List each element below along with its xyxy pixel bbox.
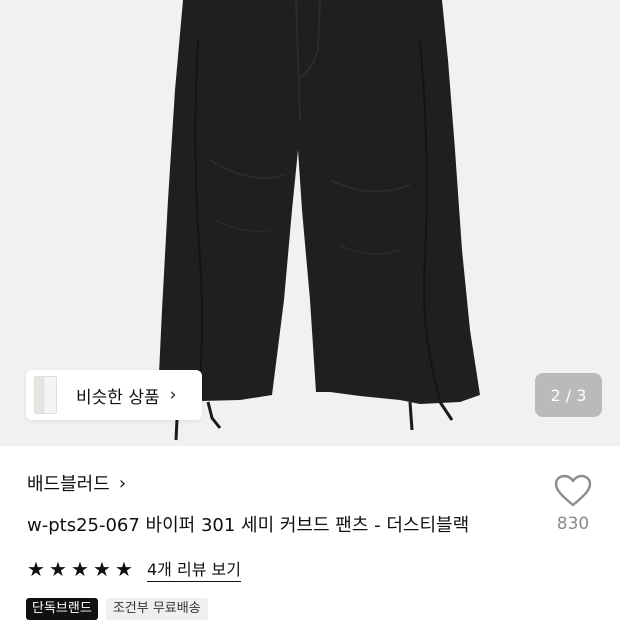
star-rating: ★ ★ ★ ★ ★ [27,559,136,579]
similar-products-thumbnails [26,370,57,420]
shipping-badge: 조건부 무료배송 [105,598,208,620]
star-icon: ★ [115,557,133,581]
similar-products-button[interactable]: 비슷한 상품 › [26,370,202,420]
star-icon: ★ [27,557,45,581]
brand-link[interactable]: 배드블러드 › [27,470,126,496]
star-icon: ★ [93,557,111,581]
star-icon: ★ [49,557,67,581]
image-page-counter: 2 / 3 [535,373,602,417]
product-image-gallery[interactable]: 비슷한 상품 › 2 / 3 [0,0,620,446]
rating-row: ★ ★ ★ ★ ★ 4개 리뷰 보기 [27,556,241,582]
product-badges: 단독브랜드 조건부 무료배송 [26,598,208,620]
chevron-right-icon: › [169,385,177,405]
view-reviews-link[interactable]: 4개 리뷰 보기 [147,556,241,582]
chevron-right-icon: › [118,472,127,494]
star-icon: ★ [71,557,89,581]
similar-products-label: 비슷한 상품 [76,387,160,408]
exclusive-brand-badge: 단독브랜드 [26,598,98,620]
like-button[interactable]: 830 [548,474,598,534]
like-count: 830 [556,514,590,534]
similar-thumbnail [43,376,57,414]
heart-icon [554,474,592,507]
product-title: w-pts25-067 바이퍼 301 세미 커브드 팬츠 - 더스티블랙 [27,515,470,536]
brand-name: 배드블러드 [27,474,110,495]
